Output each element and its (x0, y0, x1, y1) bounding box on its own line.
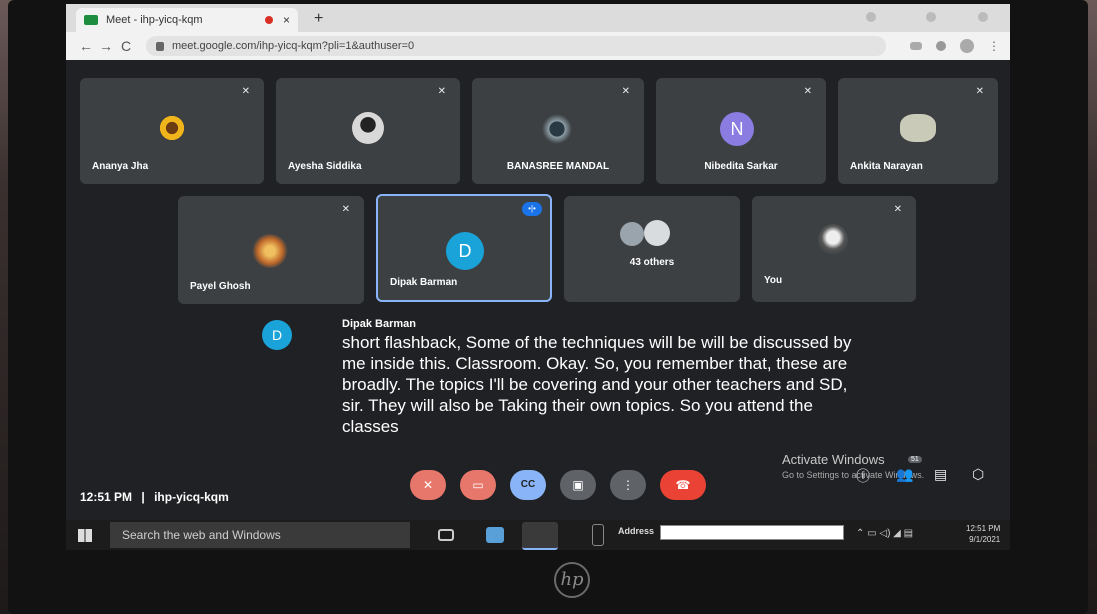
url-text: meet.google.com/ihp-yicq-kqm?pli=1&authu… (172, 40, 415, 52)
meeting-details[interactable]: 12:51 PM | ihp-yicq-kqm (80, 490, 229, 504)
toolbar-grip-icon (592, 524, 604, 546)
caption-speaker-name: Dipak Barman (342, 318, 416, 330)
close-window-button[interactable] (978, 12, 988, 22)
participant-tile[interactable]: ✕ Ankita Narayan (838, 78, 998, 184)
others-tile[interactable]: 43 others (564, 196, 740, 302)
chat-icon[interactable]: ▤ (934, 466, 947, 483)
minimize-button[interactable] (866, 12, 876, 22)
mic-off-icon: ✕ (241, 86, 250, 97)
avatar (158, 114, 186, 142)
address-bar[interactable]: meet.google.com/ihp-yicq-kqm?pli=1&authu… (146, 36, 886, 56)
browser-tab-bar: Meet - ihp-yicq-kqm × + (66, 4, 1010, 32)
avatar (352, 112, 384, 144)
tab-close-button[interactable]: × (283, 13, 290, 27)
address-toolbar-label: Address (618, 526, 655, 536)
participant-name: Dipak Barman (390, 277, 458, 288)
avatar (900, 114, 936, 142)
participant-name: You (764, 275, 783, 286)
caption-speaker-avatar: D (262, 320, 292, 350)
participant-tile-active-speaker[interactable]: •|• D Dipak Barman (376, 194, 552, 302)
reload-button[interactable]: C (116, 38, 136, 54)
mic-off-icon: ✕ (621, 86, 630, 97)
cc-icon: CC (520, 479, 536, 490)
participant-name: Ayesha Siddika (288, 161, 362, 172)
participant-tile[interactable]: ✕ N Nibedita Sarkar (656, 78, 826, 184)
leave-call-button[interactable]: ☎ (660, 470, 706, 500)
browser-toolbar: ← → C meet.google.com/ihp-yicq-kqm?pli=1… (66, 32, 1010, 60)
participant-count-badge: 51 (908, 456, 922, 463)
more-vert-icon: ⋮ (622, 478, 634, 492)
task-view-icon[interactable] (438, 529, 454, 541)
new-tab-button[interactable]: + (314, 10, 323, 28)
info-icon[interactable]: ⓘ (856, 466, 870, 486)
cast-icon[interactable] (910, 42, 922, 50)
avatar (644, 220, 670, 246)
hang-up-icon: ☎ (675, 478, 691, 492)
meeting-code: ihp-yicq-kqm (154, 490, 229, 504)
people-icon[interactable]: 👥 (896, 466, 913, 483)
activities-icon[interactable]: ⬡ (972, 466, 984, 483)
maximize-button[interactable] (926, 12, 936, 22)
self-tile[interactable]: ✕ You (752, 196, 916, 302)
hp-logo: hp (554, 562, 590, 598)
participant-tile[interactable]: ✕ Payel Ghosh (178, 196, 364, 304)
caption-text: short flashback, Some of the techniques … (342, 333, 852, 436)
browser-tab[interactable]: Meet - ihp-yicq-kqm × (76, 8, 298, 32)
participant-name: Nibedita Sarkar (704, 161, 778, 172)
menu-icon[interactable]: ⋮ (988, 39, 1000, 53)
lock-icon (156, 41, 164, 51)
mic-off-icon: ✕ (422, 478, 434, 492)
chrome-taskbar-icon[interactable] (522, 522, 558, 550)
avatar (818, 224, 848, 258)
avatar (620, 222, 644, 246)
address-toolbar-input[interactable] (660, 525, 844, 540)
present-icon: ▣ (572, 478, 584, 492)
present-button[interactable]: ▣ (560, 470, 596, 500)
speaking-indicator-icon: •|• (522, 202, 542, 216)
participant-name: BANASREE MANDAL (506, 161, 610, 172)
participant-name: Ankita Narayan (850, 161, 923, 172)
taskbar-date: 9/1/2021 (969, 535, 1001, 544)
recording-dot-icon (264, 16, 273, 24)
activate-windows-title: Activate Windows (782, 452, 885, 467)
taskbar-clock[interactable]: 12:51 PM 9/1/2021 (966, 523, 1000, 545)
camera-off-icon: ▭ (472, 478, 484, 492)
start-windows-icon[interactable] (78, 529, 92, 542)
avatar: D (446, 232, 484, 270)
more-options-button[interactable]: ⋮ (610, 470, 646, 500)
mic-off-icon: ✕ (341, 204, 350, 215)
mic-off-icon: ✕ (437, 86, 446, 97)
avatar (542, 114, 572, 144)
windows-taskbar: Search the web and Windows Address ⌃ ▭ ◁… (66, 520, 1010, 550)
file-explorer-icon[interactable] (486, 527, 504, 543)
captions-button[interactable]: CC (510, 470, 546, 500)
tab-title: Meet - ihp-yicq-kqm (106, 14, 203, 26)
camera-toggle-button[interactable]: ▭ (460, 470, 496, 500)
participant-name: Ananya Jha (92, 161, 149, 172)
meet-favicon-icon (84, 15, 98, 25)
profile-avatar[interactable] (960, 39, 974, 53)
meeting-time: 12:51 PM (80, 490, 133, 504)
mic-off-icon: ✕ (893, 204, 902, 215)
forward-button[interactable]: → (96, 38, 116, 54)
participant-name: Payel Ghosh (190, 281, 251, 292)
star-icon[interactable] (936, 41, 946, 51)
avatar: N (720, 112, 754, 146)
others-count: 43 others (629, 257, 675, 268)
taskbar-search-input[interactable]: Search the web and Windows (110, 522, 410, 548)
participant-tile[interactable]: ✕ Ayesha Siddika (276, 78, 460, 184)
separator: | (141, 490, 145, 504)
back-button[interactable]: ← (76, 38, 96, 54)
system-tray-icons[interactable]: ⌃ ▭ ◁) ◢ ▤ (856, 528, 913, 539)
participant-tile[interactable]: ✕ BANASREE MANDAL (472, 78, 644, 184)
mic-off-icon: ✕ (803, 86, 812, 97)
taskbar-time: 12:51 PM (966, 524, 1001, 533)
mic-toggle-button[interactable]: ✕ (410, 470, 446, 500)
mic-off-icon: ✕ (975, 86, 984, 97)
avatar (252, 234, 288, 268)
laptop-screen: Meet - ihp-yicq-kqm × + ← → C meet.googl… (66, 4, 1010, 550)
participant-tile[interactable]: ✕ Ananya Jha (80, 78, 264, 184)
